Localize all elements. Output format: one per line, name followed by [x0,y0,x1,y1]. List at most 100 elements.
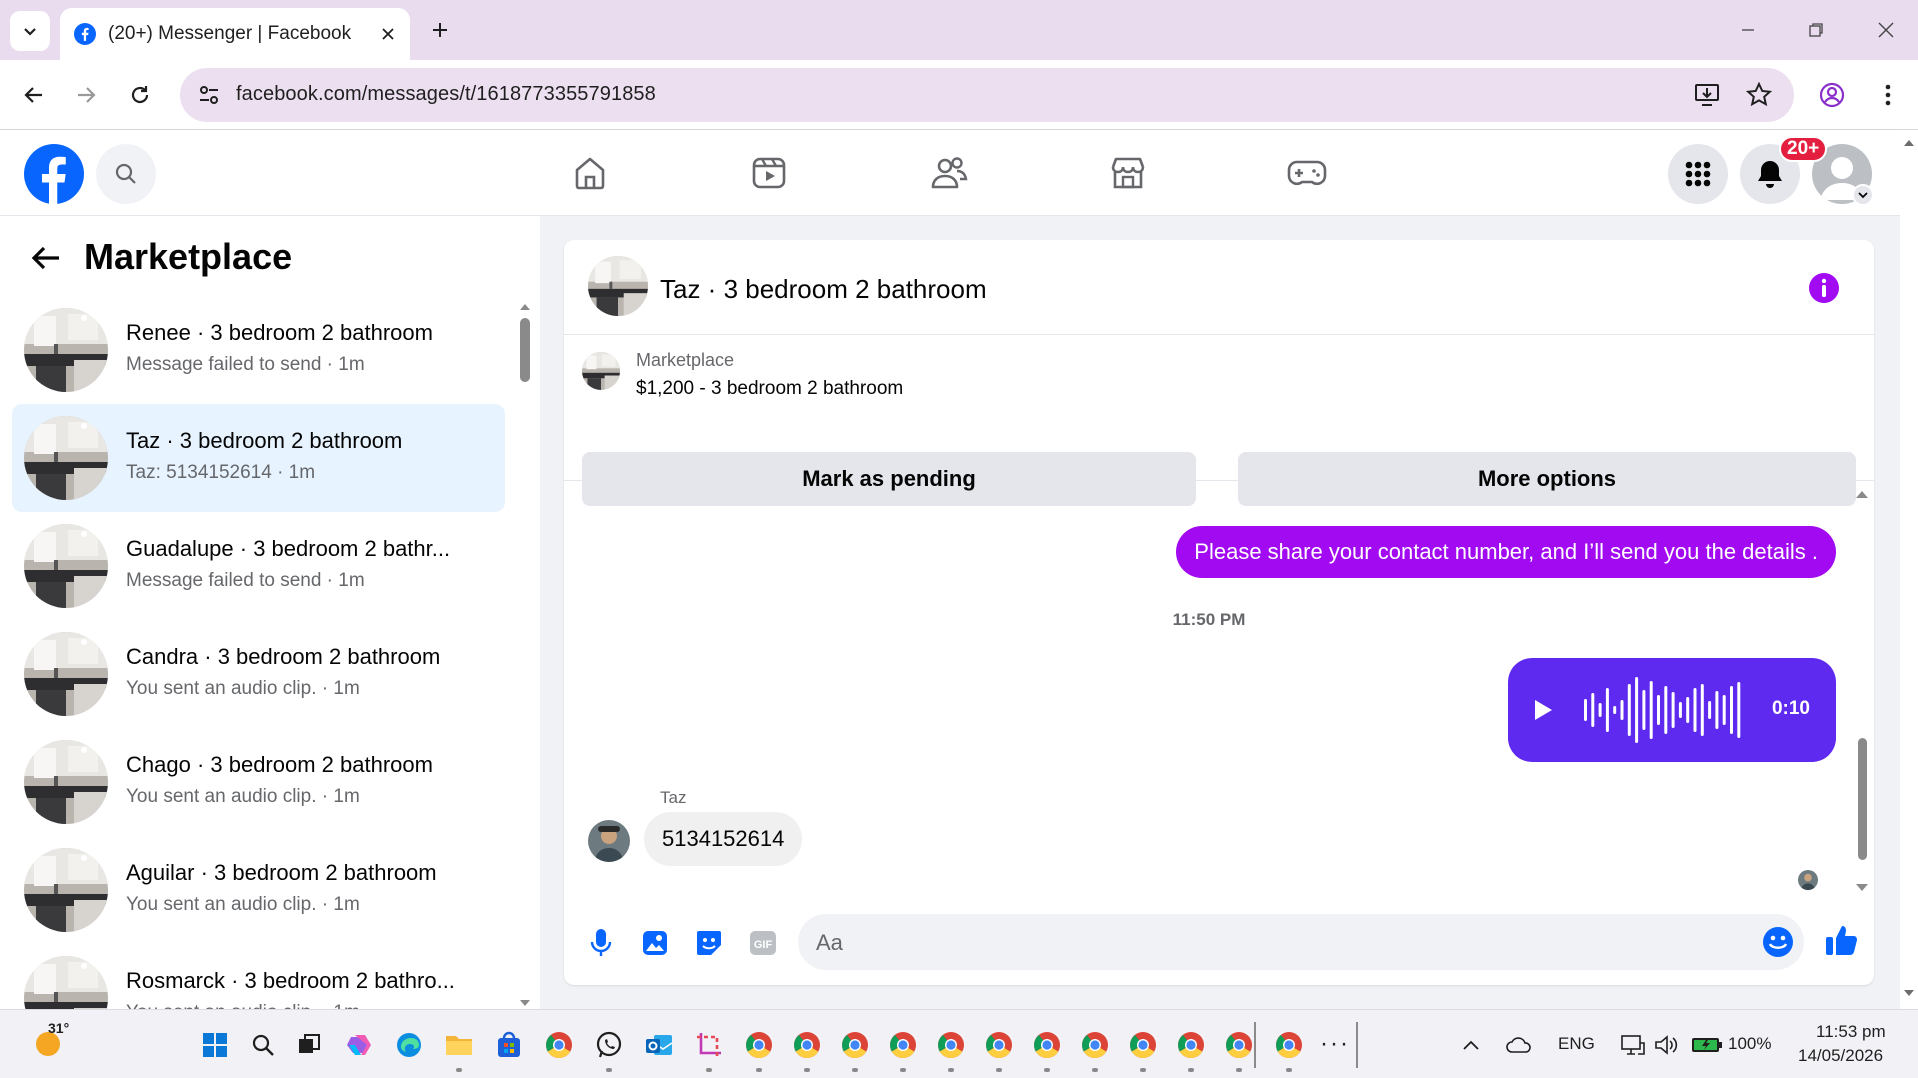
chrome-profile-button[interactable] [1028,1026,1066,1064]
house-photo-icon [24,524,108,608]
nav-video[interactable] [747,151,791,195]
chrome-profile-button[interactable] [1076,1026,1114,1064]
nav-home[interactable] [568,151,612,195]
thread-scrollbar[interactable] [1854,486,1870,898]
menu-button[interactable] [1668,144,1728,204]
attach-photo-button[interactable] [636,924,674,962]
minimize-button[interactable] [1728,14,1768,46]
tab-title: (20+) Messenger | Facebook [108,23,352,44]
browser-menu-button[interactable] [1870,77,1906,113]
nav-friends[interactable] [927,151,971,195]
search-taskbar-button[interactable] [244,1026,282,1064]
conversation-info-button[interactable] [1808,272,1840,304]
address-bar[interactable]: facebook.com/messages/t/1618773355791858 [180,68,1794,122]
battery-tray-button[interactable] [1690,1026,1724,1064]
bookmark-star-icon[interactable] [1746,82,1772,108]
close-window-button[interactable] [1866,14,1906,46]
chrome-profile-button[interactable] [836,1026,874,1064]
conversation-row[interactable]: Candra · 3 bedroom 2 bathroom You sent an… [12,620,505,728]
chrome-profile-button[interactable] [980,1026,1018,1064]
profile-button[interactable] [1814,77,1850,113]
conversation-row[interactable]: Chago · 3 bedroom 2 bathroom You sent an … [12,728,505,836]
outgoing-message-bubble[interactable]: Please share your contact number, and I’… [1176,526,1836,578]
back-button[interactable] [16,77,52,113]
outlook-button[interactable] [640,1026,678,1064]
sticker-button[interactable] [690,924,728,962]
conversation-thumbnail [24,416,108,500]
outlook-icon [646,1035,673,1055]
volume-tray-button[interactable] [1648,1026,1686,1064]
send-like-button[interactable] [1820,918,1864,962]
edge-button[interactable] [390,1026,428,1064]
site-settings-icon[interactable] [198,84,220,106]
file-explorer-button[interactable] [440,1026,478,1064]
conversation-row[interactable]: Aguilar · 3 bedroom 2 bathroom You sent a… [12,836,505,944]
conversation-thumbnail [24,308,108,392]
conversation-row[interactable]: Renee · 3 bedroom 2 bathroom Message fail… [12,296,505,404]
reload-button[interactable] [122,77,158,113]
minimize-icon [1742,29,1754,31]
chrome-profile-button[interactable] [788,1026,826,1064]
new-tab-button[interactable] [424,14,456,46]
conversation-thumbnail [24,524,108,608]
voice-clip-button[interactable] [582,924,620,962]
play-icon[interactable] [1532,698,1554,722]
sender-avatar[interactable] [588,820,630,862]
search-facebook-button[interactable] [96,144,156,204]
conversation-row[interactable]: Taz · 3 bedroom 2 bathroom Taz: 513415261… [12,404,505,512]
chat-listing-avatar[interactable] [588,256,648,316]
listing-thumbnail[interactable] [582,352,620,390]
browser-tab-active[interactable]: (20+) Messenger | Facebook [60,8,410,60]
task-view-button[interactable] [290,1026,328,1064]
clock-time[interactable]: 11:53 pm [1816,1022,1886,1042]
chrome-profile-button[interactable] [1172,1026,1210,1064]
chrome-icon [938,1032,964,1059]
taskbar-overflow[interactable]: ··· [1320,1030,1350,1058]
onedrive-tray-button[interactable] [1500,1026,1538,1064]
page-scrollbar[interactable] [1900,130,1918,1009]
show-hidden-icons-button[interactable] [1452,1026,1490,1064]
emoji-icon[interactable] [1762,926,1794,958]
chrome-icon [1130,1032,1156,1059]
close-tab-icon[interactable] [380,26,396,42]
chrome-profile-button[interactable] [1220,1026,1258,1064]
snipping-tool-button[interactable] [690,1026,728,1064]
tab-search-button[interactable] [10,11,50,51]
marketplace-listing-banner: Marketplace $1,200 - 3 bedroom 2 bathroo… [564,336,1874,506]
gif-button[interactable]: GIF [744,924,782,962]
input-language[interactable]: ENG [1558,1034,1595,1054]
incoming-message-bubble[interactable]: 5134152614 [644,812,803,866]
chrome-profile-button[interactable] [884,1026,922,1064]
url-text[interactable]: facebook.com/messages/t/1618773355791858 [236,83,656,106]
clock-date[interactable]: 14/05/2026 [1798,1046,1883,1066]
listing-price-title[interactable]: $1,200 - 3 bedroom 2 bathroom [636,378,903,400]
start-button[interactable] [196,1026,234,1064]
network-tray-button[interactable] [1614,1026,1652,1064]
chrome-profile-button[interactable] [740,1026,778,1064]
conversation-list-scrollbar[interactable] [518,300,532,1009]
waveform-bar [1635,677,1639,743]
audio-message-bubble[interactable]: 0:10 [1508,658,1836,762]
conversation-row[interactable]: Rosmarck · 3 bedroom 2 bathro... You sent… [12,944,505,1009]
account-dropdown-button[interactable] [1852,184,1874,206]
nav-marketplace[interactable] [1106,151,1150,195]
chrome-profile-button[interactable] [1124,1026,1162,1064]
marketplace-conversation-list: Marketplace Renee · 3 bedroom 2 bathroom… [0,216,540,1009]
chat-title[interactable]: Taz · 3 bedroom 2 bathroom [660,274,987,305]
whatsapp-button[interactable] [590,1026,628,1064]
copilot-button[interactable] [340,1026,378,1064]
store-button[interactable] [490,1026,528,1064]
conversation-row[interactable]: Guadalupe · 3 bedroom 2 bathr... Message … [12,512,505,620]
facebook-top-nav [0,130,1900,216]
browser-toolbar: facebook.com/messages/t/1618773355791858 [0,60,1918,130]
install-app-icon[interactable] [1694,83,1720,107]
message-input[interactable]: Aa [798,914,1804,970]
restore-button[interactable] [1796,14,1836,46]
chrome-profile-button[interactable] [1270,1026,1308,1064]
nav-gaming[interactable] [1285,151,1329,195]
facebook-logo-icon[interactable] [24,144,84,204]
back-to-chats-button[interactable] [28,240,64,276]
chrome-button[interactable] [540,1026,578,1064]
chrome-profile-button[interactable] [932,1026,970,1064]
forward-button[interactable] [68,77,104,113]
